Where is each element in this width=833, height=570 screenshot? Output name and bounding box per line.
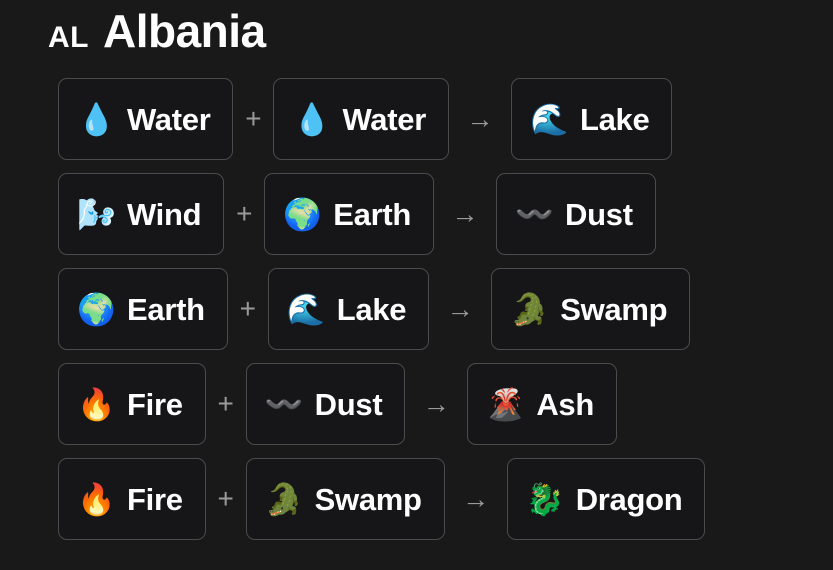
element-label: Earth [127, 291, 205, 327]
element-label: Dust [565, 196, 633, 232]
water-droplet-icon: 💧 [77, 101, 116, 137]
globe-europe-africa-icon: 🌍 [77, 291, 116, 327]
wavy-dash-icon: 〰️ [515, 196, 554, 232]
element-label: Swamp [560, 291, 668, 327]
element-card-input-b[interactable]: 🌊 Lake [267, 268, 430, 350]
wind-face-icon: 🌬️ [77, 196, 116, 232]
element-card-input-b[interactable]: 💧 Water [273, 78, 449, 160]
element-label: Ash [536, 386, 595, 422]
country-code: AL [48, 21, 89, 54]
wavy-dash-icon: 〰️ [264, 386, 304, 422]
element-card-input-a[interactable]: 🔥 Fire [58, 458, 206, 540]
volcano-icon: 🌋 [486, 386, 525, 422]
globe-europe-africa-icon: 🌍 [283, 196, 322, 232]
arrow-right-icon: → [466, 103, 494, 134]
recipe-row: 🔥 Fire + 〰️ Dust → 🌋 Ash [58, 363, 833, 445]
recipe-row: 🌬️ Wind + 🌍 Earth → 〰️ Dust [58, 173, 833, 255]
element-card-input-b[interactable]: 🐊 Swamp [245, 458, 445, 540]
element-label: Wind [127, 196, 202, 232]
element-card-output[interactable]: 〰️ Dust [496, 173, 656, 255]
water-wave-icon: 🌊 [286, 291, 326, 327]
element-card-input-a[interactable]: 🌍 Earth [58, 268, 228, 350]
recipe-row: 🌍 Earth + 🌊 Lake → 🐊 Swamp [58, 268, 833, 350]
element-card-input-b[interactable]: 〰️ Dust [245, 363, 406, 445]
page-header: AL Albania [0, 0, 833, 78]
dragon-icon: 🐉 [525, 481, 565, 517]
element-label: Water [127, 101, 211, 137]
fire-icon: 🔥 [77, 386, 116, 422]
arrow-right-icon: → [446, 293, 474, 324]
plus-operator-icon: + [239, 293, 256, 324]
element-label: Dragon [575, 481, 683, 517]
recipe-row: 💧 Water + 💧 Water → 🌊 Lake [58, 78, 833, 160]
element-card-input-a[interactable]: 🔥 Fire [58, 363, 206, 445]
element-label: Swamp [314, 481, 422, 517]
arrow-right-icon: → [451, 198, 479, 229]
fire-icon: 🔥 [77, 481, 116, 517]
element-card-input-a[interactable]: 💧 Water [58, 78, 234, 160]
plus-operator-icon: + [217, 483, 234, 514]
element-label: Water [342, 101, 426, 137]
crocodile-icon: 🐊 [264, 481, 304, 517]
recipe-list: 💧 Water + 💧 Water → 🌊 Lake 🌬️ Wind + 🌍 Earth → 〰️ Dust 🌍… [0, 78, 833, 540]
recipe-row: 🔥 Fire + 🐊 Swamp → 🐉 Dragon [58, 458, 833, 540]
page-root: AL Albania 💧 Water + 💧 Water → 🌊 Lake 🌬️ Wind + 🌍 Ea… [0, 0, 833, 570]
element-card-output[interactable]: 🐊 Swamp [491, 268, 691, 350]
plus-operator-icon: + [217, 388, 234, 419]
element-card-input-a[interactable]: 🌬️ Wind [58, 173, 225, 255]
arrow-right-icon: → [422, 388, 450, 419]
water-wave-icon: 🌊 [529, 101, 569, 137]
element-label: Lake [579, 101, 650, 137]
page-title: Albania [103, 5, 266, 57]
element-label: Dust [314, 386, 383, 422]
element-card-output[interactable]: 🐉 Dragon [506, 458, 706, 540]
element-card-output[interactable]: 🌊 Lake [510, 78, 673, 160]
crocodile-icon: 🐊 [510, 291, 549, 327]
plus-operator-icon: + [236, 198, 253, 229]
element-label: Lake [336, 291, 407, 327]
element-card-output[interactable]: 🌋 Ash [467, 363, 618, 445]
water-droplet-icon: 💧 [292, 101, 332, 137]
element-label: Fire [127, 481, 183, 517]
plus-operator-icon: + [245, 103, 262, 134]
element-label: Earth [333, 196, 412, 232]
element-card-input-b[interactable]: 🌍 Earth [264, 173, 435, 255]
element-label: Fire [127, 386, 183, 422]
arrow-right-icon: → [462, 483, 490, 514]
